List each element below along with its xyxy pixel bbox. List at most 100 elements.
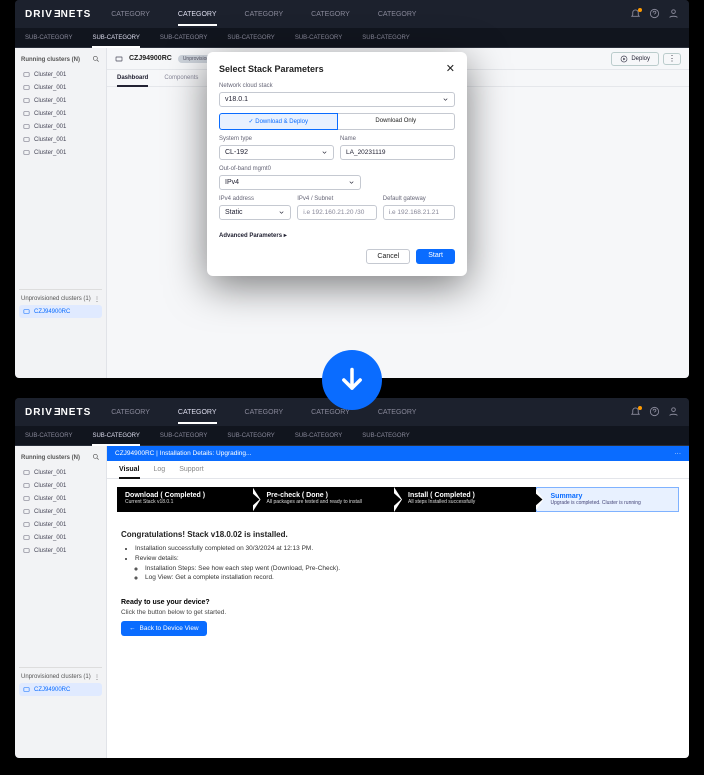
stage-summary-title: Summary: [551, 493, 671, 500]
modal-title: Select Stack Parameters: [219, 64, 324, 74]
deploy-button[interactable]: Deploy: [611, 52, 659, 66]
sub-cat-2[interactable]: SUB-CATEGORY: [160, 433, 207, 439]
systype-select[interactable]: CL-192: [219, 145, 334, 160]
ipv4addr-select[interactable]: Static: [219, 205, 291, 220]
cluster-item[interactable]: Cluster_001: [19, 146, 102, 159]
subnet-label: IPv4 / Subnet: [297, 196, 376, 202]
oob-select[interactable]: IPv4: [219, 175, 361, 190]
cluster-label: Cluster_001: [34, 85, 66, 91]
tab-components[interactable]: Components: [164, 70, 198, 86]
cluster-item[interactable]: Cluster_001: [19, 518, 102, 531]
install-tabs: Visual Log Support: [107, 461, 689, 479]
stage-install[interactable]: Install ( Completed ) All steps Installe…: [394, 487, 536, 512]
top-cat-4[interactable]: CATEGORY: [378, 3, 417, 26]
stage-precheck[interactable]: Pre-check ( Done ) All packages are test…: [253, 487, 395, 512]
sub-cat-1[interactable]: SUB-CATEGORY: [92, 427, 139, 445]
stack-params-modal: Select Stack Parameters✕ Network cloud s…: [207, 52, 467, 276]
device-icon: [115, 50, 123, 68]
sub-cat-1[interactable]: SUB-CATEGORY: [92, 29, 139, 47]
install-header-more[interactable]: ···: [675, 450, 682, 457]
cluster-item[interactable]: Cluster_001: [19, 81, 102, 94]
cluster-item[interactable]: Cluster_001: [19, 466, 102, 479]
sub-cat-0[interactable]: SUB-CATEGORY: [25, 433, 72, 439]
notifications-icon[interactable]: [630, 9, 641, 20]
stage-install-title: Install ( Completed ): [408, 492, 528, 499]
top-cat-1[interactable]: CATEGORY: [178, 3, 217, 26]
top-categories: CATEGORY CATEGORY CATEGORY CATEGORY CATE…: [111, 3, 416, 26]
congrats-sub-1: Installation Steps: See how each step we…: [145, 564, 675, 574]
sub-cat-3[interactable]: SUB-CATEGORY: [227, 433, 274, 439]
cluster-item[interactable]: Cluster_001: [19, 505, 102, 518]
running-clusters-header: Running clusters (N): [19, 450, 102, 466]
search-icon[interactable]: [92, 453, 100, 463]
sub-cat-2[interactable]: SUB-CATEGORY: [160, 35, 207, 41]
cancel-button[interactable]: Cancel: [366, 249, 410, 264]
user-icon[interactable]: [668, 406, 679, 419]
top-cat-0[interactable]: CATEGORY: [111, 401, 150, 424]
cluster-item[interactable]: Cluster_001: [19, 133, 102, 146]
device-more-button[interactable]: ⋮: [663, 53, 681, 65]
sub-cat-0[interactable]: SUB-CATEGORY: [25, 35, 72, 41]
help-icon[interactable]: [649, 406, 660, 419]
cluster-item[interactable]: Cluster_001: [19, 120, 102, 133]
tab-support[interactable]: Support: [179, 466, 204, 478]
deploy-button-label: Deploy: [631, 56, 650, 62]
search-icon[interactable]: [92, 55, 100, 65]
download-deploy-option[interactable]: ✓ Download & Deploy: [219, 113, 338, 130]
stage-download[interactable]: Download ( Completed ) Current Stack v18…: [117, 487, 253, 512]
logo: DRIVENETS: [25, 407, 91, 418]
cluster-item[interactable]: Cluster_001: [19, 107, 102, 120]
sub-cat-4[interactable]: SUB-CATEGORY: [295, 35, 342, 41]
top-cat-4[interactable]: CATEGORY: [378, 401, 417, 424]
back-to-device-button[interactable]: ← Back to Device View: [121, 621, 207, 636]
tab-dashboard[interactable]: Dashboard: [117, 70, 148, 86]
top-cat-3[interactable]: CATEGORY: [311, 3, 350, 26]
stage-install-sub: All steps Installed successfully: [408, 499, 528, 505]
sub-cat-5[interactable]: SUB-CATEGORY: [362, 433, 409, 439]
back-button-label: Back to Device View: [140, 625, 199, 632]
panel-after: DRIVENETS CATEGORY CATEGORY CATEGORY CAT…: [15, 398, 689, 758]
sub-cat-4[interactable]: SUB-CATEGORY: [295, 433, 342, 439]
unprov-cluster-item[interactable]: CZJ94900RC: [19, 305, 102, 318]
unprovisioned-section: Unprovisioned clusters (1)⋮ CZJ94900RC: [19, 289, 102, 318]
top-cat-0[interactable]: CATEGORY: [111, 3, 150, 26]
user-icon[interactable]: [668, 8, 679, 21]
cluster-item[interactable]: Cluster_001: [19, 492, 102, 505]
cluster-item[interactable]: Cluster_001: [19, 544, 102, 557]
top-cat-1[interactable]: CATEGORY: [178, 401, 217, 424]
cluster-item[interactable]: Cluster_001: [19, 531, 102, 544]
help-icon[interactable]: [649, 8, 660, 21]
download-only-option[interactable]: Download Only: [338, 113, 456, 130]
unprov-cluster-item[interactable]: CZJ94900RC: [19, 683, 102, 696]
name-field[interactable]: LA_20231119: [340, 145, 455, 160]
gw-field[interactable]: i.e 192.168.21.21: [383, 205, 455, 220]
cluster-label: Cluster_001: [34, 150, 66, 156]
stage-summary[interactable]: Summary Upgrade is completed. Cluster is…: [536, 487, 680, 512]
chevron-down-icon: [348, 179, 355, 186]
cluster-item[interactable]: Cluster_001: [19, 479, 102, 492]
notifications-icon[interactable]: [630, 407, 641, 418]
start-button[interactable]: Start: [416, 249, 455, 264]
advanced-params-link[interactable]: Advanced Parameters ▸: [219, 232, 455, 239]
cluster-item[interactable]: Cluster_001: [19, 94, 102, 107]
ncs-select[interactable]: v18.0.1: [219, 92, 455, 107]
cluster-label: Cluster_001: [34, 522, 66, 528]
more-icon[interactable]: ⋮: [94, 674, 100, 681]
install-header-text: CZJ94900RC | Installation Details: Upgra…: [115, 450, 251, 457]
congrats-bullet-1: Installation successfully completed on 3…: [135, 544, 675, 554]
tab-visual[interactable]: Visual: [119, 466, 140, 478]
top-cat-2[interactable]: CATEGORY: [245, 401, 284, 424]
top-cat-2[interactable]: CATEGORY: [245, 3, 284, 26]
cluster-item[interactable]: Cluster_001: [19, 68, 102, 81]
more-icon[interactable]: ⋮: [94, 296, 100, 303]
sub-cat-5[interactable]: SUB-CATEGORY: [362, 35, 409, 41]
chevron-down-icon: [321, 149, 328, 156]
arrow-left-icon: ←: [129, 625, 136, 632]
close-icon[interactable]: ✕: [446, 62, 455, 75]
sub-cat-3[interactable]: SUB-CATEGORY: [227, 35, 274, 41]
cluster-label: Cluster_001: [34, 496, 66, 502]
subnet-field[interactable]: i.e 192.160.21.20 /30: [297, 205, 376, 220]
tab-log[interactable]: Log: [154, 466, 166, 478]
unprov-label: Unprovisioned clusters (1): [21, 674, 91, 681]
ipv4addr-label: IPv4 address: [219, 196, 291, 202]
